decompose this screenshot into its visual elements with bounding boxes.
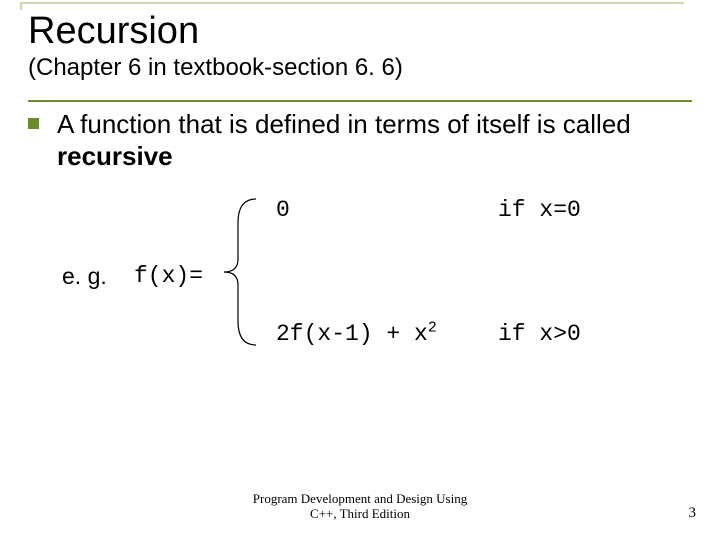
square-bullet-icon [28, 118, 39, 129]
title-block: Recursion (Chapter 6 in textbook-section… [28, 12, 692, 102]
case-zero-value: 0 [276, 197, 290, 223]
case-positive-pre: 2f(x-1) + x [276, 321, 428, 347]
slide: Recursion (Chapter 6 in textbook-section… [0, 0, 720, 540]
case-zero-condition: if x=0 [498, 197, 581, 223]
bullet-row: A function that is defined in terms of i… [28, 108, 692, 173]
slide-subtitle: (Chapter 6 in textbook-section 6. 6) [28, 54, 692, 82]
slide-body: A function that is defined in terms of i… [28, 108, 692, 371]
bullet-pre: A function that is defined in terms of i… [57, 109, 631, 139]
bullet-text: A function that is defined in terms of i… [57, 108, 692, 173]
slide-title: Recursion [28, 12, 692, 52]
footer-line-2: C++, Third Edition [0, 506, 720, 522]
footer: Program Development and Design Using C++… [0, 491, 720, 522]
bullet-bold: recursive [57, 141, 173, 171]
example-label: e. g. [62, 263, 107, 290]
page-number: 3 [689, 505, 697, 522]
function-lhs: f(x)= [134, 263, 203, 289]
footer-line-1: Program Development and Design Using [0, 491, 720, 507]
brace-icon [218, 193, 263, 351]
case-positive-condition: if x>0 [498, 321, 581, 347]
formula-area: e. g. f(x)= 0 if x=0 2f(x-1) + x2 if x>0 [28, 191, 692, 371]
case-positive-exp: 2 [428, 320, 437, 336]
case-positive-value: 2f(x-1) + x2 [276, 321, 437, 347]
